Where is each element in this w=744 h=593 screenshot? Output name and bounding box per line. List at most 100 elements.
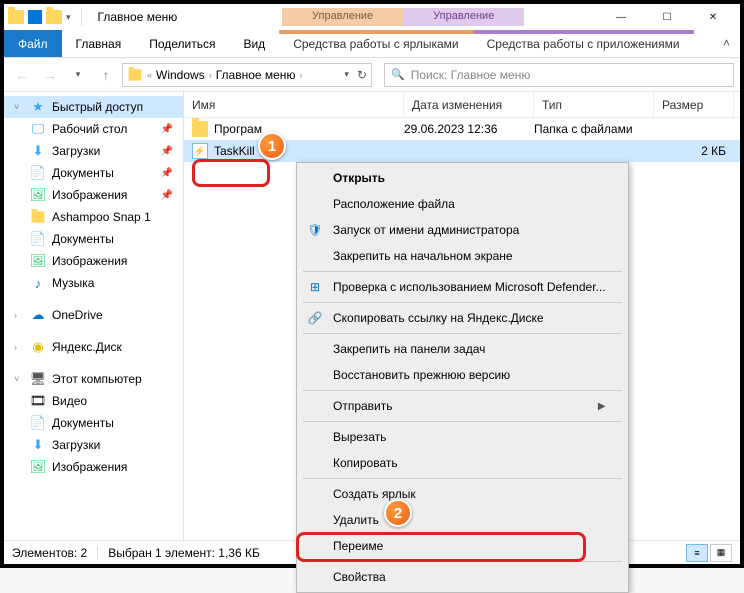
separator	[303, 271, 622, 272]
downloads-icon: ⬇	[30, 143, 46, 159]
file-name: TaskKill	[214, 144, 255, 158]
search-icon: 🔍	[391, 68, 405, 81]
blank-icon	[307, 538, 323, 554]
onedrive-icon: ☁	[30, 307, 46, 323]
view-toggle: ≡ ▦	[686, 544, 732, 562]
folder-icon	[192, 121, 208, 137]
sidebar-item-label: Этот компьютер	[52, 372, 142, 386]
tab-view[interactable]: Вид	[229, 30, 279, 57]
column-size[interactable]: Размер	[654, 92, 734, 117]
sidebar-quick-access[interactable]: ˅★Быстрый доступ	[4, 96, 183, 118]
ctx-header-shortcuts: Управление	[282, 8, 403, 26]
separator	[303, 390, 622, 391]
sidebar-item-label: Ashampoo Snap 1	[52, 210, 151, 224]
star-icon: ★	[30, 99, 46, 115]
sidebar-pictures3[interactable]: 🖼Изображения	[4, 456, 183, 478]
pin-icon: 📌	[161, 168, 173, 179]
breadcrumb-main-menu[interactable]: Главное меню	[216, 68, 296, 82]
sidebar-yandex[interactable]: ›◉Яндекс.Диск	[4, 336, 183, 358]
sidebar-item-label: Изображения	[52, 188, 127, 202]
blank-icon	[307, 569, 323, 585]
recent-dropdown[interactable]: ▾	[66, 63, 90, 87]
forward-button[interactable]: →	[38, 63, 62, 87]
ctx-delete[interactable]: Удалить	[299, 507, 626, 533]
view-details-button[interactable]: ≡	[686, 544, 708, 562]
ctx-file-location[interactable]: Расположение файла	[299, 191, 626, 217]
blank-icon	[307, 455, 323, 471]
column-name[interactable]: Имя	[184, 92, 404, 117]
pictures-icon: 🖼	[30, 187, 46, 203]
back-button[interactable]: ←	[10, 63, 34, 87]
sidebar-downloads[interactable]: ⬇Загрузки📌	[4, 140, 183, 162]
defender-icon: ⊞	[307, 279, 323, 295]
ctx-restore-version[interactable]: Восстановить прежнюю версию	[299, 362, 626, 388]
context-menu: Открыть Расположение файла 🛡Запуск от им…	[296, 162, 629, 593]
ctx-run-admin[interactable]: 🛡Запуск от имени администратора	[299, 217, 626, 243]
qat-dropdown-icon[interactable]: ▾	[66, 12, 71, 23]
sidebar-documents2[interactable]: 📄Документы	[4, 228, 183, 250]
ctx-copy[interactable]: Копировать	[299, 450, 626, 476]
ctx-create-shortcut[interactable]: Создать ярлык	[299, 481, 626, 507]
sidebar-item-label: Рабочий стол	[52, 122, 127, 136]
ctx-label: Восстановить прежнюю версию	[333, 368, 510, 382]
ctx-pin-start[interactable]: Закрепить на начальном экране	[299, 243, 626, 269]
blank-icon	[307, 398, 323, 414]
sidebar-documents[interactable]: 📄Документы📌	[4, 162, 183, 184]
sidebar-this-pc[interactable]: ˅🖥Этот компьютер	[4, 368, 183, 390]
close-button[interactable]: ✕	[690, 4, 736, 30]
view-icons-button[interactable]: ▦	[710, 544, 732, 562]
search-placeholder: Поиск: Главное меню	[411, 68, 531, 82]
ctx-defender-scan[interactable]: ⊞Проверка с использованием Microsoft Def…	[299, 274, 626, 300]
pictures-icon: 🖼	[30, 459, 46, 475]
ribbon-tabs: Файл Главная Поделиться Вид Средства раб…	[4, 30, 740, 58]
sidebar-pictures2[interactable]: 🖼Изображения	[4, 250, 183, 272]
sidebar-onedrive[interactable]: ›☁OneDrive	[4, 304, 183, 326]
ctx-send-to[interactable]: Отправить▶	[299, 393, 626, 419]
tab-shortcut-tools[interactable]: Средства работы с ярлыками	[279, 30, 472, 57]
maximize-button[interactable]: ☐	[644, 4, 690, 30]
ctx-label: Открыть	[333, 171, 385, 185]
ctx-cut[interactable]: Вырезать	[299, 424, 626, 450]
tab-share[interactable]: Поделиться	[135, 30, 229, 57]
sidebar-item-label: Изображения	[52, 254, 127, 268]
address-bar[interactable]: « Windows › Главное меню › ▾ ↻	[122, 63, 372, 87]
sidebar-desktop[interactable]: 🖵Рабочий стол📌	[4, 118, 183, 140]
this-pc-icon: 🖥	[30, 371, 46, 387]
window-controls: — ☐ ✕	[598, 4, 736, 30]
minimize-button[interactable]: —	[598, 4, 644, 30]
column-type[interactable]: Тип	[534, 92, 654, 117]
ctx-label: Переиме	[333, 539, 383, 553]
search-box[interactable]: 🔍 Поиск: Главное меню	[384, 63, 734, 87]
ribbon-collapse-icon[interactable]: ˄	[713, 30, 740, 57]
ctx-yandex-copy-link[interactable]: 🔗Скопировать ссылку на Яндекс.Диске	[299, 305, 626, 331]
qat-icon[interactable]	[28, 10, 42, 24]
ctx-pin-taskbar[interactable]: Закрепить на панели задач	[299, 336, 626, 362]
ctx-label: Создать ярлык	[333, 487, 416, 501]
sidebar-item-label: Быстрый доступ	[52, 100, 143, 114]
ctx-label: Скопировать ссылку на Яндекс.Диске	[333, 311, 544, 325]
tab-home[interactable]: Главная	[62, 30, 136, 57]
chevron-icon: «	[147, 70, 152, 80]
sidebar-downloads2[interactable]: ⬇Загрузки	[4, 434, 183, 456]
breadcrumb-windows[interactable]: Windows	[156, 68, 205, 82]
folder-icon	[8, 10, 24, 24]
sidebar-music[interactable]: ♪Музыка	[4, 272, 183, 294]
sidebar-snap[interactable]: Ashampoo Snap 1	[4, 206, 183, 228]
column-headers: Имя Дата изменения Тип Размер	[184, 92, 740, 118]
documents-icon: 📄	[30, 165, 46, 181]
separator	[81, 8, 82, 26]
pin-icon: 📌	[161, 190, 173, 201]
column-date[interactable]: Дата изменения	[404, 92, 534, 117]
ctx-label: Закрепить на панели задач	[333, 342, 485, 356]
address-dropdown-icon[interactable]: ▾	[344, 69, 349, 80]
status-count: Элементов: 2	[12, 546, 87, 560]
sidebar-documents3[interactable]: 📄Документы	[4, 412, 183, 434]
sidebar-video[interactable]: 🎞Видео	[4, 390, 183, 412]
refresh-icon[interactable]: ↻	[357, 68, 367, 82]
tab-file[interactable]: Файл	[4, 30, 62, 57]
tab-app-tools[interactable]: Средства работы с приложениями	[473, 30, 694, 57]
sidebar-pictures[interactable]: 🖼 Изображения 📌	[4, 184, 183, 206]
ctx-rename[interactable]: Переиме	[299, 533, 626, 559]
ctx-open[interactable]: Открыть	[299, 165, 626, 191]
up-button[interactable]: ↑	[94, 63, 118, 87]
